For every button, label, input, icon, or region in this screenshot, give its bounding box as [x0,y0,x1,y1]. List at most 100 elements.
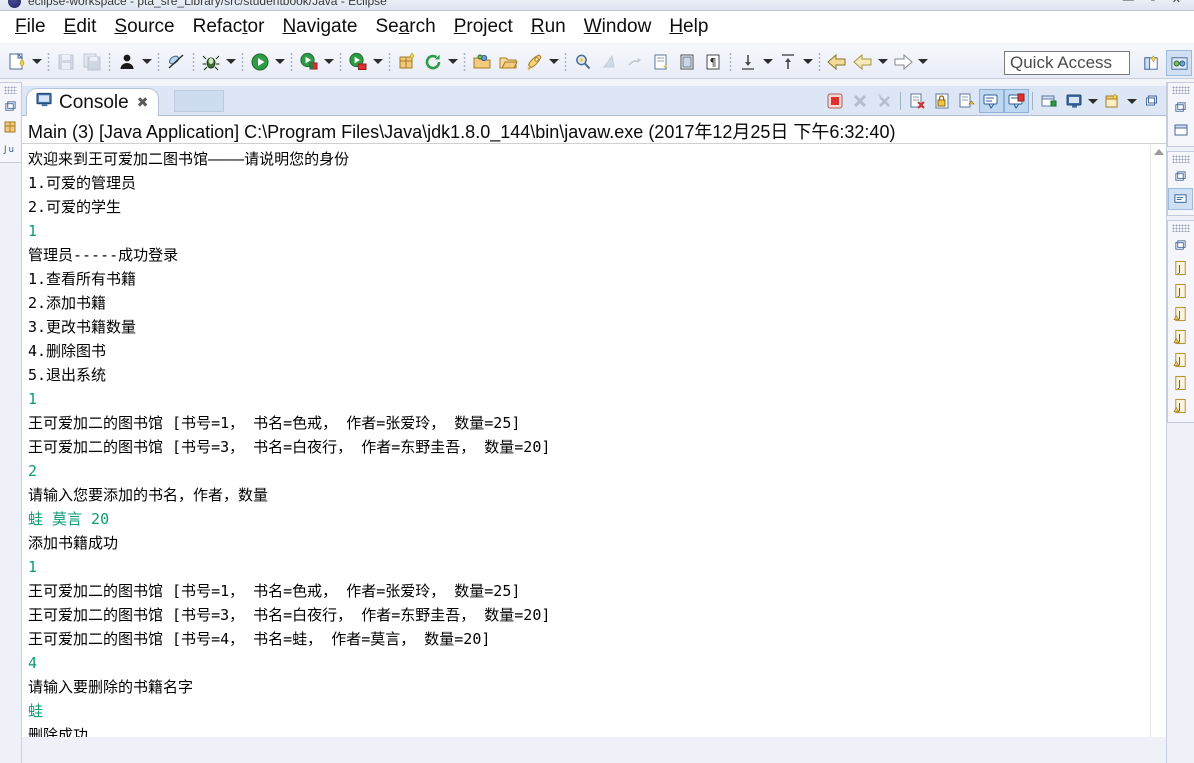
toolbar-separator [564,51,567,72]
scroll-up-icon[interactable] [1154,149,1164,155]
menu-help[interactable]: Help [660,14,717,40]
remove-all-launches-icon[interactable] [872,89,897,113]
forward-dropdown-icon[interactable] [916,51,929,73]
menu-source[interactable]: Source [105,14,183,40]
previous-edit-dropdown-icon[interactable] [801,51,814,73]
remove-launch-icon[interactable] [847,89,872,113]
open-console-icon[interactable] [1036,89,1061,113]
console-line: 4.删除图书 [28,342,107,360]
open-type-icon[interactable] [470,50,494,74]
new-wizard-dropdown-icon[interactable] [30,51,43,73]
java-file-icon[interactable]: J [1168,257,1193,279]
last-edit-location-icon[interactable] [649,50,673,74]
menu-refactor[interactable]: Refactor [184,14,274,40]
coverage-dropdown-icon[interactable] [371,51,384,73]
quick-access-input[interactable]: Quick Access [1004,51,1130,75]
java-file-icon[interactable]: J [1168,372,1193,394]
menu-file[interactable]: File [6,14,55,40]
new-console-menu-icon[interactable] [1125,90,1138,112]
eclipse-window: eclipse-workspace - pta_sre_Library/src/… [0,0,1194,763]
scroll-lock-icon[interactable] [929,89,954,113]
save-icon[interactable] [54,50,78,74]
rail-grip[interactable] [1172,224,1190,232]
launch-dropdown-icon[interactable] [547,51,560,73]
console-scrollbar[interactable] [1150,145,1166,763]
perspective-switcher [1138,50,1192,76]
java-file-warning-icon[interactable]: J [1168,349,1193,371]
person-icon[interactable] [115,50,139,74]
console-line: 管理员-----成功登录 [28,246,179,264]
back-history-icon[interactable] [851,50,875,74]
previous-edit-icon[interactable] [776,50,800,74]
next-edit-dropdown-icon[interactable] [761,51,774,73]
search-icon[interactable] [571,50,595,74]
console-icon[interactable] [1168,188,1193,210]
menu-project[interactable]: Project [445,14,522,40]
rail-grip[interactable] [1172,86,1190,94]
open-task-icon[interactable] [496,50,520,74]
menu-navigate[interactable]: Navigate [273,14,366,40]
console-line: 王可爱加二的图书馆 [书号=4， 书名=蛙， 作者=莫言， 数量=20] [28,630,491,648]
rail-grip[interactable] [1172,155,1190,163]
minimize-icon[interactable] [1139,89,1164,113]
toggle-breakpoint-icon[interactable] [164,50,188,74]
pin-console-icon[interactable] [979,89,1004,113]
open-console-menu-icon[interactable] [1061,89,1086,113]
clear-console-icon[interactable] [904,89,929,113]
new-console-view-icon[interactable] [1100,89,1125,113]
tab-console[interactable]: Console ✖ [26,88,160,116]
window-controls[interactable]: — ▫ ✕ [1123,0,1188,6]
terminate-icon[interactable] [822,89,847,113]
back-dropdown-icon[interactable] [876,51,889,73]
run-icon[interactable] [248,50,272,74]
junit-icon[interactable]: J u [0,138,20,158]
console-output[interactable]: 欢迎来到王可爱加二图书馆————请说明您的身份 1.可爱的管理员 2.可爱的学生 1 管… [22,145,1166,763]
coverage-icon[interactable] [346,50,370,74]
java-file-icon[interactable]: J [1168,280,1193,302]
run-dropdown-icon[interactable] [273,51,286,73]
back-icon[interactable] [825,50,849,74]
debug-dropdown-icon[interactable] [224,51,237,73]
show-whitespace-icon[interactable]: ¶ [701,50,725,74]
menu-run[interactable]: Run [522,14,575,40]
run-external-tools-icon[interactable] [297,50,321,74]
refresh-dropdown-icon[interactable] [446,51,459,73]
restore-icon[interactable] [1168,165,1193,187]
menu-edit[interactable]: Edit [55,14,106,40]
console-line: 欢迎来到王可爱加二图书馆————请说明您的身份 [28,150,350,168]
person-dropdown-icon[interactable] [140,51,153,73]
next-annotation-icon[interactable] [623,50,647,74]
show-console-on-output-icon[interactable] [954,89,979,113]
run-external-dropdown-icon[interactable] [322,51,335,73]
new-java-package-icon[interactable] [395,50,419,74]
save-all-icon[interactable] [80,50,104,74]
restore-icon[interactable] [1168,234,1193,256]
menu-window[interactable]: Window [575,14,661,40]
launch-icon[interactable] [522,50,546,74]
java-file-warning-icon[interactable]: J [1168,326,1193,348]
previous-annotation-icon[interactable] [597,50,621,74]
svg-text:¶: ¶ [710,56,717,69]
svg-text:J: J [1177,264,1181,275]
open-perspective-icon[interactable] [1138,50,1164,76]
debug-icon[interactable] [199,50,223,74]
menu-search[interactable]: Search [366,14,444,40]
restore-icon[interactable] [0,96,20,116]
toggle-block-selection-icon[interactable] [675,50,699,74]
console-line: 王可爱加二的图书馆 [书号=3， 书名=白夜行， 作者=东野圭吾， 数量=20] [28,438,551,456]
package-explorer-icon[interactable] [0,117,20,137]
close-icon[interactable]: ✖ [137,94,149,111]
forward-icon[interactable] [891,50,915,74]
console-dropdown-icon[interactable] [1086,90,1099,112]
rail-grip[interactable] [4,86,17,94]
java-file-warning-icon[interactable]: J [1168,395,1193,417]
svg-text:J: J [1177,379,1181,390]
display-selected-console-icon[interactable] [1004,89,1029,113]
next-edit-icon[interactable] [736,50,760,74]
java-perspective-icon[interactable] [1166,50,1192,76]
outline-icon[interactable] [1168,119,1193,141]
new-wizard-icon[interactable] [5,50,29,74]
refresh-icon[interactable] [421,50,445,74]
java-file-warning-icon[interactable]: J [1168,303,1193,325]
restore-icon[interactable] [1168,96,1193,118]
